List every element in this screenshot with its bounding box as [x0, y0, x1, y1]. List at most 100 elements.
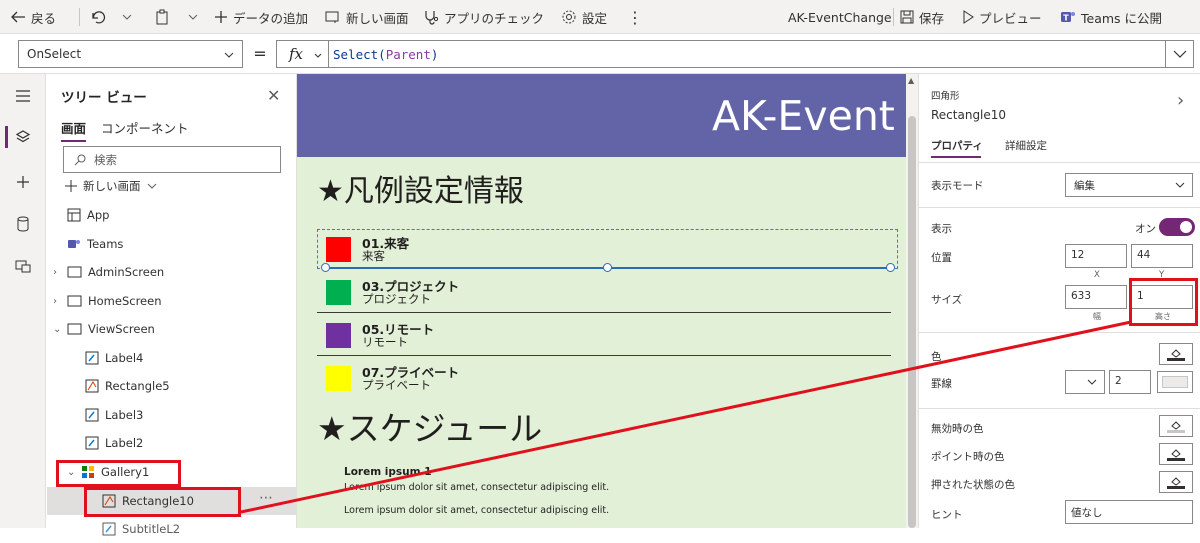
tree-node-label4[interactable]: Label4: [85, 344, 143, 372]
tree-view-title: ツリー ビュー: [61, 90, 147, 106]
preview-button[interactable]: プレビュー: [962, 0, 1042, 34]
save-icon: [900, 10, 914, 24]
tree-node-rectangle5[interactable]: Rectangle5: [85, 372, 170, 400]
tooltip-input[interactable]: 値なし: [1065, 500, 1193, 524]
teams-publish-button[interactable]: T Teams に公開: [1060, 0, 1162, 34]
tree-node-subtitle[interactable]: SubtitleL2: [102, 515, 180, 543]
more-options-icon[interactable]: ⋮: [627, 0, 643, 34]
close-icon[interactable]: ✕: [267, 86, 280, 105]
teams-icon: T: [1061, 12, 1075, 23]
database-icon[interactable]: [13, 214, 33, 234]
scroll-up-icon[interactable]: ▲: [908, 76, 914, 85]
divider: [919, 332, 1200, 333]
disabled-color-button[interactable]: [1159, 415, 1193, 437]
app-icon: [67, 208, 81, 222]
search-placeholder: 検索: [94, 152, 117, 167]
hamburger-icon[interactable]: [13, 86, 33, 106]
paint-bucket-icon: [1171, 420, 1181, 430]
y-input[interactable]: 44: [1131, 244, 1193, 268]
insert-plus-icon[interactable]: [13, 172, 33, 192]
legend-item[interactable]: 05.リモート リモート: [317, 313, 891, 356]
control-name: Rectangle10: [931, 108, 1007, 122]
settings-button[interactable]: 設定: [561, 0, 607, 34]
tree-node-homescreen[interactable]: › HomeScreen: [53, 287, 162, 315]
legend-item[interactable]: 07.プライベート プライベート: [317, 356, 891, 399]
paste-button[interactable]: [154, 0, 170, 34]
legend-heading[interactable]: ★凡例設定情報: [317, 166, 524, 210]
border-thickness-input[interactable]: 2: [1109, 370, 1151, 394]
tree-node-viewscreen[interactable]: ⌄ ViewScreen: [53, 315, 155, 343]
new-screen-button[interactable]: 新しい画面: [325, 0, 409, 34]
canvas-scrollbar[interactable]: ▲: [906, 74, 918, 528]
save-button[interactable]: 保存: [900, 0, 944, 34]
label-control-icon: [85, 436, 99, 450]
back-button[interactable]: 戻る: [10, 0, 56, 34]
hover-color-button[interactable]: [1159, 443, 1193, 465]
expand-formula-button[interactable]: [1166, 40, 1194, 68]
formula-input[interactable]: Select(Parent): [328, 40, 1166, 68]
plus-icon: [65, 180, 77, 192]
x-caption: X: [1094, 270, 1100, 280]
teams-icon: [68, 240, 80, 248]
property-dropdown[interactable]: OnSelect: [18, 40, 243, 68]
divider: [919, 162, 1200, 163]
new-screen-button[interactable]: 新しい画面: [65, 178, 157, 194]
pressed-color-button[interactable]: [1159, 471, 1193, 493]
paint-bucket-icon: [1171, 348, 1181, 358]
tab-components[interactable]: コンポーネント: [101, 118, 189, 137]
highlight-box-rectangle10: [84, 487, 241, 517]
resize-handle[interactable]: [603, 263, 612, 272]
property-value: OnSelect: [27, 47, 82, 61]
pressed-color-label: 押された状態の色: [931, 479, 1015, 491]
display-mode-dropdown[interactable]: 編集: [1065, 173, 1193, 197]
position-label: 位置: [931, 252, 952, 264]
scrollbar-thumb[interactable]: [908, 116, 916, 528]
tab-advanced[interactable]: 詳細設定: [1005, 138, 1047, 153]
tab-screens[interactable]: 画面: [61, 118, 87, 142]
tree-node-label: Label4: [105, 351, 144, 365]
function-button[interactable]: fx: [276, 40, 328, 68]
app-header-bar[interactable]: AK-Event: [297, 74, 906, 157]
add-data-button[interactable]: データの追加: [214, 0, 308, 34]
tree-node-app[interactable]: App: [67, 201, 109, 229]
chevron-right-icon[interactable]: ›: [1177, 90, 1184, 111]
formula-bar: OnSelect = fx Select(Parent): [0, 34, 1200, 74]
x-input[interactable]: 12: [1065, 244, 1127, 268]
resize-handle[interactable]: [321, 263, 330, 272]
schedule-heading[interactable]: ★スケジュール: [317, 402, 542, 450]
tree-node-adminscreen[interactable]: › AdminScreen: [53, 258, 164, 286]
resize-handle[interactable]: [886, 263, 895, 272]
fx-icon: fx: [289, 45, 304, 63]
legend-item[interactable]: 03.プロジェクト プロジェクト: [317, 270, 891, 313]
formula-argument: Parent: [385, 47, 431, 62]
color-picker-button[interactable]: [1159, 343, 1193, 365]
chevron-down-icon[interactable]: ⌄: [53, 324, 61, 335]
more-options-icon[interactable]: ⋯: [259, 490, 273, 506]
tab-properties[interactable]: プロパティ: [931, 138, 983, 153]
border-color-button[interactable]: [1157, 371, 1193, 393]
tree-node-teams[interactable]: Teams: [67, 230, 123, 258]
paste-dropdown[interactable]: [188, 0, 198, 34]
tree-node-label2[interactable]: Label2: [85, 429, 143, 457]
layers-icon[interactable]: [13, 127, 33, 147]
chevron-right-icon[interactable]: ›: [53, 267, 61, 278]
app-checker-button[interactable]: アプリのチェック: [423, 0, 544, 34]
tree-node-label: HomeScreen: [88, 294, 162, 308]
undo-button[interactable]: [90, 0, 106, 34]
media-icon[interactable]: [13, 256, 33, 276]
active-tab-indicator: [931, 156, 981, 158]
command-bar: 戻る データの追加 新しい画面 アプリのチェック 設定 ⋮ AK-EventCh…: [0, 0, 1200, 34]
tooltip-label: ヒント: [931, 509, 963, 521]
undo-dropdown[interactable]: [122, 0, 132, 34]
tree-node-label3[interactable]: Label3: [85, 401, 143, 429]
active-indicator: [5, 126, 8, 148]
screen-icon: [67, 266, 82, 278]
visible-toggle[interactable]: [1159, 218, 1195, 236]
tree-node-label: Label2: [105, 436, 144, 450]
width-input[interactable]: 633: [1065, 285, 1127, 309]
search-input[interactable]: 検索: [63, 146, 281, 173]
border-style-dropdown[interactable]: [1065, 370, 1105, 394]
tree-node-label: ViewScreen: [88, 322, 155, 336]
color-swatch-bar: [1167, 485, 1185, 489]
chevron-right-icon[interactable]: ›: [53, 296, 61, 307]
